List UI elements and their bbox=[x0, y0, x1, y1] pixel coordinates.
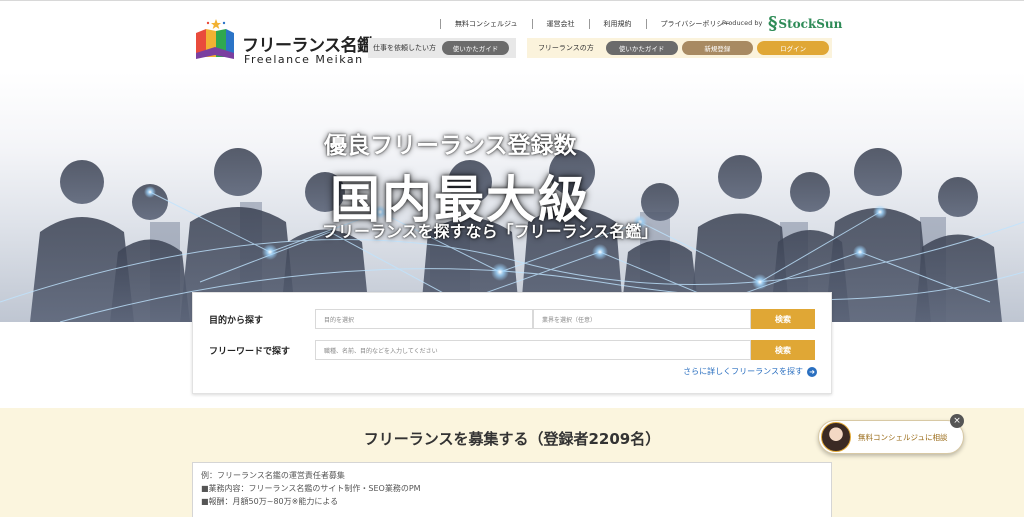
concierge-label: 無料コンシェルジュに相談 bbox=[858, 433, 948, 442]
recruit-placeholder-line: 例：フリーランス名鑑の運営責任者募集 bbox=[201, 471, 345, 480]
nav-free-concierge[interactable]: 無料コンシェルジュ bbox=[440, 19, 532, 29]
hero-tagline: フリーランスを探すなら「フリーランス名鑑」 bbox=[322, 222, 658, 241]
recruit-textarea[interactable]: 例：フリーランス名鑑の運営責任者募集 ■業務内容：フリーランス名鑑のサイト制作・… bbox=[192, 462, 832, 517]
keyword-search-label: フリーワードで探す bbox=[209, 347, 291, 357]
freelance-nav-label: フリーランスの方 bbox=[537, 44, 594, 52]
advanced-search-link[interactable]: さらに詳しくフリーランスを探す ➜ bbox=[683, 366, 817, 377]
keyword-search-button[interactable]: 検索 bbox=[751, 340, 815, 360]
register-button[interactable]: 新規登録 bbox=[681, 41, 754, 55]
concierge-avatar bbox=[821, 422, 851, 452]
stocksun-name: StockSun bbox=[778, 16, 843, 31]
top-navigation: 無料コンシェルジュ 運営会社 利用規約 プライバシーポリシー bbox=[440, 18, 744, 30]
client-guide-button[interactable]: 使いかたガイド bbox=[442, 41, 509, 55]
stocksun-logo[interactable]: § StockSun bbox=[768, 13, 842, 34]
search-panel: 目的から探す 目的を選択 業界を選択（任意） 検索 フリーワードで探す 職種、名… bbox=[192, 292, 832, 394]
arrow-right-icon: ➜ bbox=[807, 366, 817, 377]
nav-company[interactable]: 運営会社 bbox=[531, 19, 589, 29]
site-header: フリーランス名鑑 Freelance Meikan 無料コンシェルジュ 運営会社… bbox=[0, 0, 1024, 72]
concierge-chat-button[interactable]: 無料コンシェルジュに相談 × bbox=[818, 414, 964, 454]
client-nav-label: 仕事を依頼したい方 bbox=[373, 44, 436, 52]
hero-banner: 優良フリーランス登録数 国内最大級 フリーランスを探すなら「フリーランス名鑑」 bbox=[0, 72, 1024, 322]
recruit-placeholder-line: ■報酬：月額50万~80万※能力による bbox=[201, 497, 339, 506]
logo-subtitle: Freelance Meikan bbox=[244, 53, 364, 66]
recruit-placeholder-line: ■業務内容：フリーランス名鑑のサイト制作・SEO業務のPM bbox=[201, 484, 421, 493]
purpose-select[interactable]: 目的を選択 bbox=[315, 309, 533, 329]
freelance-guide-button[interactable]: 使いかたガイド bbox=[605, 41, 678, 55]
book-logo-icon bbox=[196, 19, 234, 59]
hero-headline-1: 優良フリーランス登録数 bbox=[324, 133, 577, 159]
industry-select[interactable]: 業界を選択（任意） bbox=[533, 309, 751, 329]
advanced-search-link-text: さらに詳しくフリーランスを探す bbox=[683, 367, 803, 376]
close-icon[interactable]: × bbox=[950, 414, 964, 428]
client-nav: 仕事を依頼したい方 使いかたガイド bbox=[368, 38, 516, 58]
keyword-input[interactable]: 職種、名前、目的などを入力してください bbox=[315, 340, 751, 360]
nav-terms[interactable]: 利用規約 bbox=[588, 19, 646, 29]
login-button[interactable]: ログイン bbox=[757, 41, 830, 55]
stocksun-mark-icon: § bbox=[768, 13, 778, 34]
produced-by-label: Produced by bbox=[722, 19, 763, 27]
site-logo[interactable]: フリーランス名鑑 Freelance Meikan bbox=[192, 13, 374, 66]
freelance-nav: フリーランスの方 使いかたガイド 新規登録 ログイン bbox=[527, 38, 832, 58]
purpose-search-label: 目的から探す bbox=[209, 316, 264, 326]
purpose-search-button[interactable]: 検索 bbox=[751, 309, 815, 329]
